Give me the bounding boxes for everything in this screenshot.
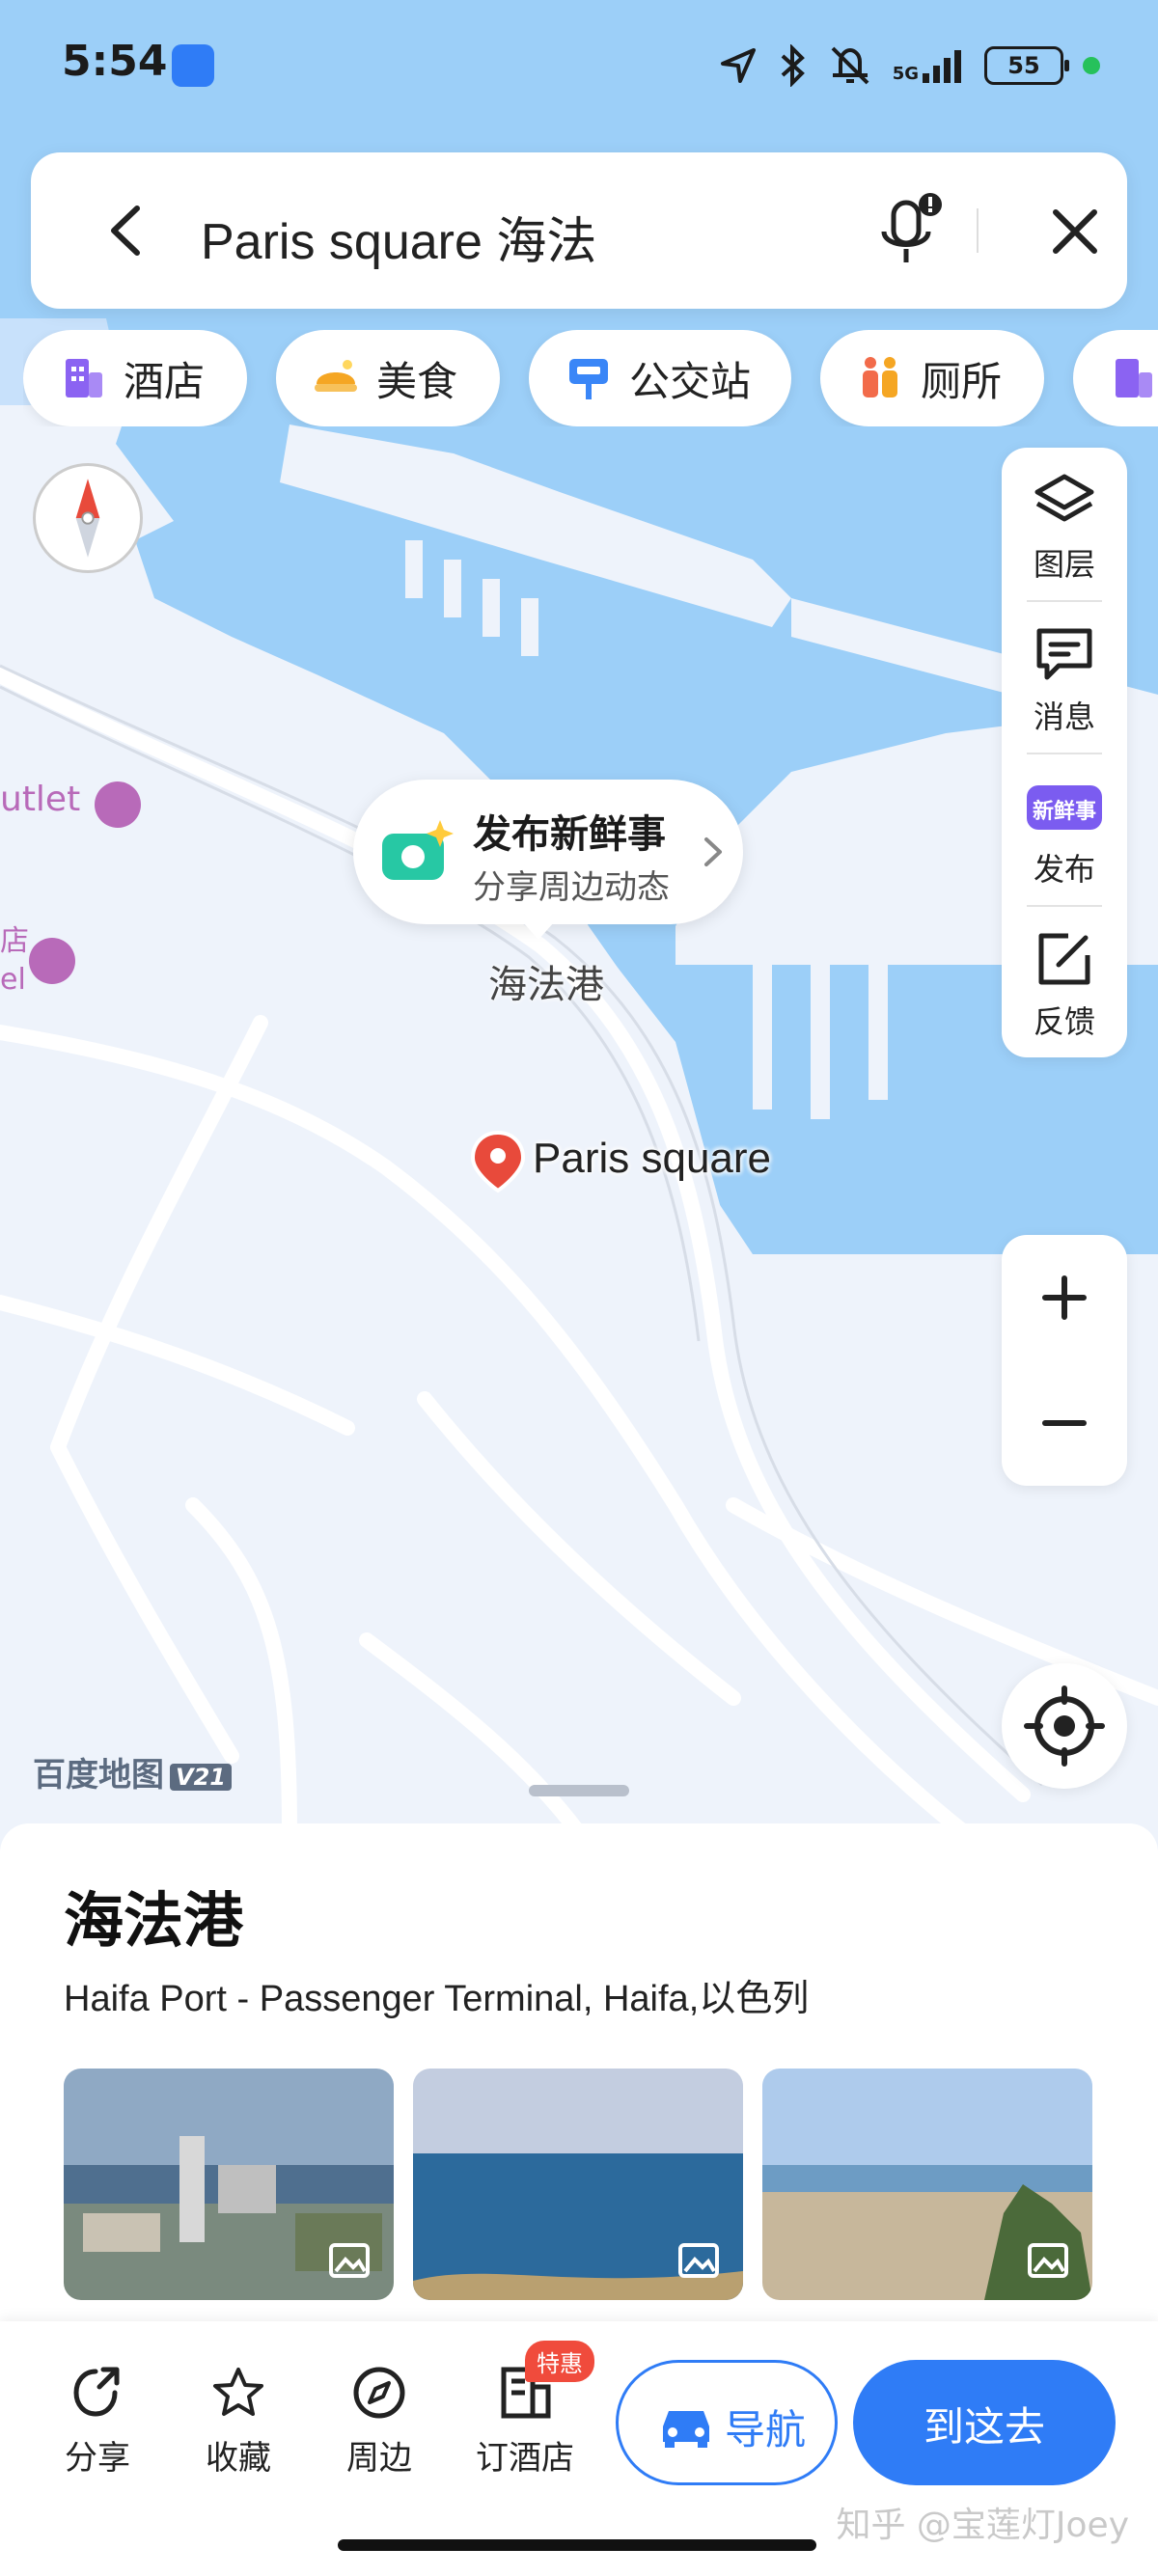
chip-label: 美食 (376, 357, 458, 405)
map-watermark-text: 百度地图 (33, 1756, 164, 1795)
poi-hotel-partial-1[interactable]: 店 (0, 917, 29, 959)
go-here-button[interactable]: 到这去 (853, 2360, 1116, 2485)
bluetooth-icon (781, 44, 805, 87)
poi-hotel-partial-2[interactable]: el (0, 963, 26, 997)
location-arrow-icon (720, 48, 756, 83)
signal-indicator: 5G (893, 48, 965, 83)
place-title: 海法港 (64, 1885, 244, 1956)
hotel-icon (66, 359, 102, 397)
share-button[interactable]: 分享 (44, 2364, 151, 2479)
nearby-button[interactable]: 周边 (326, 2364, 432, 2479)
compass-icon[interactable] (33, 463, 143, 573)
network-type: 5G (892, 64, 919, 84)
hotspot-icon (172, 44, 214, 87)
privacy-dot (1083, 57, 1100, 74)
tool-label: 发布 (1033, 851, 1095, 888)
zoom-controls (1002, 1235, 1127, 1486)
callout-title: 发布新鲜事 (473, 812, 666, 857)
layers-icon (1034, 474, 1094, 522)
search-input[interactable]: Paris square 海法 (201, 201, 596, 273)
category-chips: 酒店 美食 公交站 厕所 (23, 330, 1158, 426)
close-icon[interactable] (1044, 201, 1106, 262)
food-icon (315, 360, 357, 392)
chip-hotel[interactable]: 酒店 (23, 330, 247, 426)
search-divider (977, 208, 979, 253)
image-icon (329, 2243, 370, 2278)
chip-more[interactable] (1073, 330, 1158, 426)
status-icons: 5G 55 (719, 39, 1100, 93)
signal-icon (923, 50, 961, 83)
action-label: 收藏 (206, 2439, 271, 2478)
tool-layers[interactable]: 图层 (1002, 448, 1127, 600)
place-photo-3[interactable] (762, 2069, 1092, 2300)
chip-food[interactable]: 美食 (276, 330, 500, 426)
bus-stop-icon (569, 359, 608, 399)
action-label: 周边 (346, 2439, 412, 2478)
map-watermark: 百度地图 V21 (33, 1748, 232, 1795)
place-photo-1[interactable] (64, 2069, 394, 2300)
source-watermark: 知乎 @宝莲灯Joey (836, 2506, 1129, 2545)
share-icon (73, 2367, 120, 2417)
microphone-icon[interactable] (870, 189, 948, 272)
image-icon (678, 2243, 719, 2278)
compass-icon (353, 2367, 405, 2419)
location-pin-icon[interactable] (467, 1129, 529, 1194)
zoom-out-icon[interactable] (1002, 1360, 1127, 1486)
sheet-drag-handle[interactable] (529, 1785, 629, 1796)
search-bar[interactable]: Paris square 海法 (31, 152, 1127, 309)
favorite-button[interactable]: 收藏 (185, 2364, 291, 2479)
back-arrow-icon[interactable] (98, 201, 156, 260)
chevron-right-icon (704, 837, 722, 866)
message-icon (1036, 628, 1092, 680)
chip-label: 酒店 (124, 357, 206, 405)
feedback-icon (1038, 933, 1090, 985)
action-label: 订酒店 (476, 2439, 574, 2478)
image-icon (1028, 2243, 1068, 2278)
home-indicator[interactable] (338, 2539, 816, 2551)
chip-label: 公交站 (629, 357, 752, 405)
tool-label: 图层 (1033, 546, 1095, 583)
navigate-label: 导航 (725, 2406, 807, 2453)
place-photo-2[interactable] (413, 2069, 743, 2300)
tool-label: 消息 (1033, 699, 1095, 735)
publish-badge-text: 新鲜事 (1033, 799, 1096, 824)
battery-icon: 55 (984, 46, 1069, 85)
go-here-label: 到这去 (923, 2403, 1045, 2451)
chip-toilet[interactable]: 厕所 (820, 330, 1044, 426)
chip-label: 厕所 (921, 357, 1003, 405)
poi-outlet[interactable]: utlet (0, 780, 80, 819)
building-icon (1116, 359, 1152, 397)
status-bar: 5:54 5G 55 (0, 0, 1158, 135)
map-tools-panel: 图层 消息 新鲜事 发布 反馈 (1002, 448, 1127, 1057)
car-icon (663, 2411, 709, 2448)
tool-publish[interactable]: 新鲜事 发布 (1002, 753, 1127, 905)
action-label: 分享 (65, 2439, 130, 2478)
pin-label[interactable]: Paris square (533, 1135, 771, 1183)
zoom-in-icon[interactable] (1002, 1235, 1127, 1360)
camera-icon (382, 820, 454, 880)
status-time: 5:54 (62, 37, 168, 86)
navigate-button[interactable]: 导航 (616, 2360, 838, 2485)
chip-bus-stop[interactable]: 公交站 (529, 330, 791, 426)
publish-icon: 新鲜事 (1027, 785, 1102, 830)
map-watermark-version: V21 (170, 1763, 232, 1791)
tool-label: 反馈 (1033, 1003, 1095, 1040)
deal-badge: 特惠 (525, 2341, 594, 2382)
mute-icon (831, 46, 869, 85)
star-icon (213, 2368, 263, 2416)
callout-subtitle: 分享周边动态 (473, 868, 670, 907)
tool-feedback[interactable]: 反馈 (1002, 905, 1127, 1057)
place-address: Haifa Port - Passenger Terminal, Haifa,以… (64, 1979, 810, 2019)
locate-me-icon[interactable] (1002, 1663, 1127, 1789)
publish-callout[interactable]: 发布新鲜事 分享周边动态 (353, 780, 743, 940)
toilet-icon (863, 357, 897, 397)
port-label[interactable]: 海法港 (488, 953, 604, 1009)
tool-messages[interactable]: 消息 (1002, 600, 1127, 753)
